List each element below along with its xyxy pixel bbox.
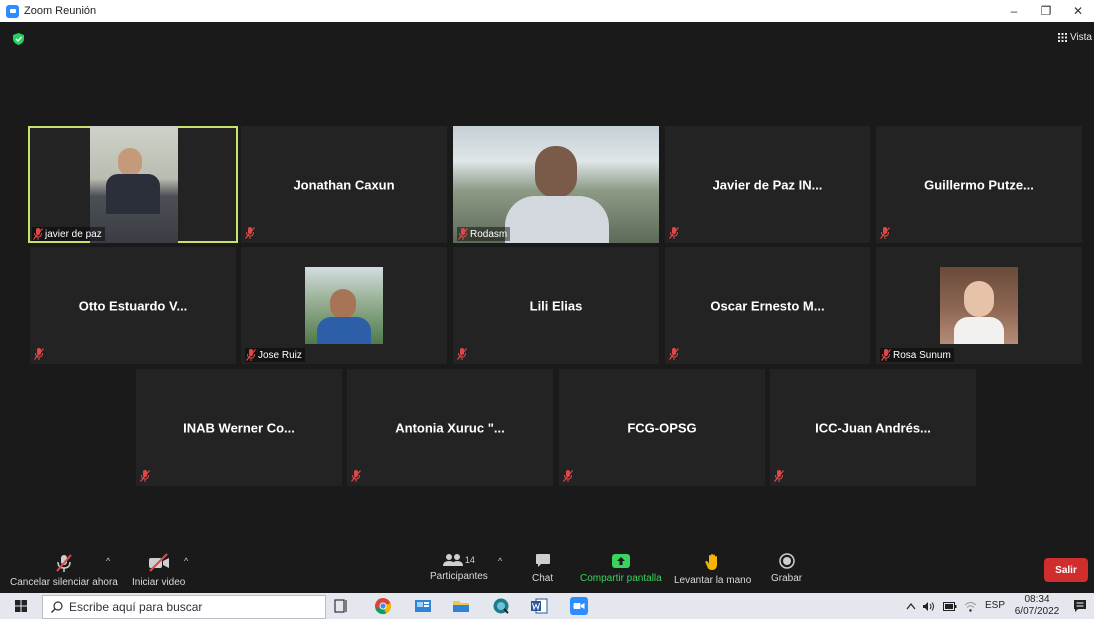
- close-button[interactable]: ✕: [1062, 0, 1094, 22]
- zoom-app-icon[interactable]: [570, 597, 588, 615]
- start-video-button[interactable]: Iniciar video: [132, 553, 185, 588]
- internet-browser-icon[interactable]: [492, 597, 510, 615]
- participant-name-label: Rodasm: [457, 227, 511, 241]
- window-title: Zoom Reunión: [24, 5, 97, 17]
- minimize-button[interactable]: –: [998, 0, 1030, 22]
- video-options-caret-icon[interactable]: ^: [184, 556, 188, 566]
- muted-mic-icon: [458, 228, 468, 240]
- muted-mic-icon: [881, 349, 891, 361]
- participants-count: 14: [464, 555, 475, 565]
- participant-name-label: javier de paz: [32, 227, 105, 241]
- windows-start-icon[interactable]: [15, 600, 27, 612]
- audio-options-caret-icon[interactable]: ^: [106, 556, 110, 566]
- video-off-icon: [148, 553, 169, 572]
- task-view-icon[interactable]: [332, 597, 350, 615]
- show-hidden-icons-icon[interactable]: [906, 602, 916, 610]
- muted-mic-icon: [140, 470, 150, 482]
- clock-date: 6/07/2022: [1014, 606, 1060, 617]
- search-icon: [51, 601, 63, 613]
- participant-name: Antonia Xuruc "...: [395, 420, 505, 435]
- participant-tile[interactable]: Rosa Sunum: [876, 247, 1082, 364]
- muted-mic-icon: [880, 227, 890, 239]
- file-explorer-icon[interactable]: [452, 597, 470, 615]
- clock-time: 08:34: [1024, 594, 1050, 605]
- leave-button[interactable]: Salir: [1044, 558, 1088, 582]
- taskbar-search[interactable]: Escribe aquí para buscar: [42, 595, 326, 619]
- share-screen-button[interactable]: Compartir pantalla: [580, 553, 662, 584]
- language-indicator[interactable]: ESP: [985, 600, 1005, 611]
- chrome-icon[interactable]: [374, 597, 392, 615]
- participant-name: Oscar Ernesto M...: [710, 298, 825, 313]
- unmute-button[interactable]: Cancelar silenciar ahora: [10, 553, 118, 588]
- window-titlebar: Zoom Reunión – ❐ ✕: [0, 0, 1094, 22]
- search-placeholder: Escribe aquí para buscar: [69, 600, 203, 614]
- raise-hand-button[interactable]: Levantar la mano: [674, 553, 751, 586]
- participant-name: Lili Elias: [529, 298, 583, 313]
- participant-tile[interactable]: Lili Elias: [453, 247, 659, 364]
- participant-name: FCG-OPSG: [627, 420, 697, 435]
- participant-tile[interactable]: Oscar Ernesto M...: [665, 247, 870, 364]
- chat-button[interactable]: Chat: [532, 553, 553, 584]
- muted-mic-icon: [56, 554, 72, 572]
- participant-name-label: Jose Ruiz: [245, 348, 305, 362]
- participant-name: Jonathan Caxun: [293, 177, 395, 192]
- notifications-icon[interactable]: [1073, 599, 1087, 613]
- word-icon[interactable]: [530, 597, 548, 615]
- windows-taskbar: Escribe aquí para buscar ESP 08:34 6/07/…: [0, 593, 1094, 619]
- participant-name: Otto Estuardo V...: [78, 298, 188, 313]
- participant-video: [90, 126, 178, 243]
- participant-tile[interactable]: Jose Ruiz: [241, 247, 447, 364]
- raise-hand-icon: [705, 554, 717, 570]
- shield-icon[interactable]: [13, 33, 24, 45]
- record-button[interactable]: Grabar: [771, 553, 802, 584]
- participant-name: Guillermo Putze...: [924, 177, 1034, 192]
- muted-mic-icon: [774, 470, 784, 482]
- muted-mic-icon: [246, 349, 256, 361]
- battery-icon[interactable]: [943, 602, 957, 611]
- participant-tile[interactable]: Guillermo Putze...: [876, 126, 1082, 243]
- participant-tile[interactable]: Otto Estuardo V...: [30, 247, 236, 364]
- participant-tile[interactable]: Javier de Paz IN...: [665, 126, 870, 243]
- participant-video: [453, 126, 659, 243]
- muted-mic-icon: [563, 470, 573, 482]
- view-label: Vista: [1069, 32, 1092, 43]
- participant-tile[interactable]: ICC-Juan Andrés...: [770, 369, 976, 486]
- participants-button[interactable]: 14 Participantes: [430, 553, 488, 582]
- zoom-logo-icon: [6, 4, 19, 18]
- volume-icon[interactable]: [922, 601, 936, 612]
- wifi-icon[interactable]: [964, 601, 977, 612]
- participant-name: Javier de Paz IN...: [712, 177, 823, 192]
- participant-tile[interactable]: javier de paz: [28, 126, 238, 243]
- muted-mic-icon: [245, 227, 255, 239]
- muted-mic-icon: [34, 348, 44, 360]
- participants-icon: [442, 554, 463, 566]
- muted-mic-icon: [669, 227, 679, 239]
- participant-tile[interactable]: INAB Werner Co...: [136, 369, 342, 486]
- participant-avatar-photo: [940, 267, 1018, 344]
- muted-mic-icon: [33, 228, 43, 240]
- participant-tile[interactable]: FCG-OPSG: [559, 369, 765, 486]
- meeting-stage: Vista javier de paz Jonathan Caxun Rodas…: [0, 22, 1094, 547]
- participant-avatar-photo: [305, 267, 383, 344]
- participants-options-caret-icon[interactable]: ^: [498, 556, 502, 566]
- restore-button[interactable]: ❐: [1030, 0, 1062, 22]
- participant-tile[interactable]: Antonia Xuruc "...: [347, 369, 553, 486]
- news-app-icon[interactable]: [414, 597, 432, 615]
- clock[interactable]: 08:34 6/07/2022: [1012, 594, 1062, 618]
- grid-icon: [1057, 33, 1067, 42]
- view-button[interactable]: Vista: [1057, 32, 1092, 43]
- share-screen-icon: [611, 554, 630, 568]
- participant-tile[interactable]: Rodasm: [453, 126, 659, 243]
- meeting-toolbar: Cancelar silenciar ahora ^ Iniciar video…: [0, 547, 1094, 593]
- chat-icon: [535, 554, 550, 567]
- participant-name-label: Rosa Sunum: [880, 348, 954, 362]
- participant-name: INAB Werner Co...: [183, 420, 295, 435]
- participant-tile[interactable]: Jonathan Caxun: [241, 126, 447, 243]
- muted-mic-icon: [457, 348, 467, 360]
- muted-mic-icon: [351, 470, 361, 482]
- muted-mic-icon: [669, 348, 679, 360]
- record-icon: [778, 553, 795, 569]
- participant-name: ICC-Juan Andrés...: [815, 420, 931, 435]
